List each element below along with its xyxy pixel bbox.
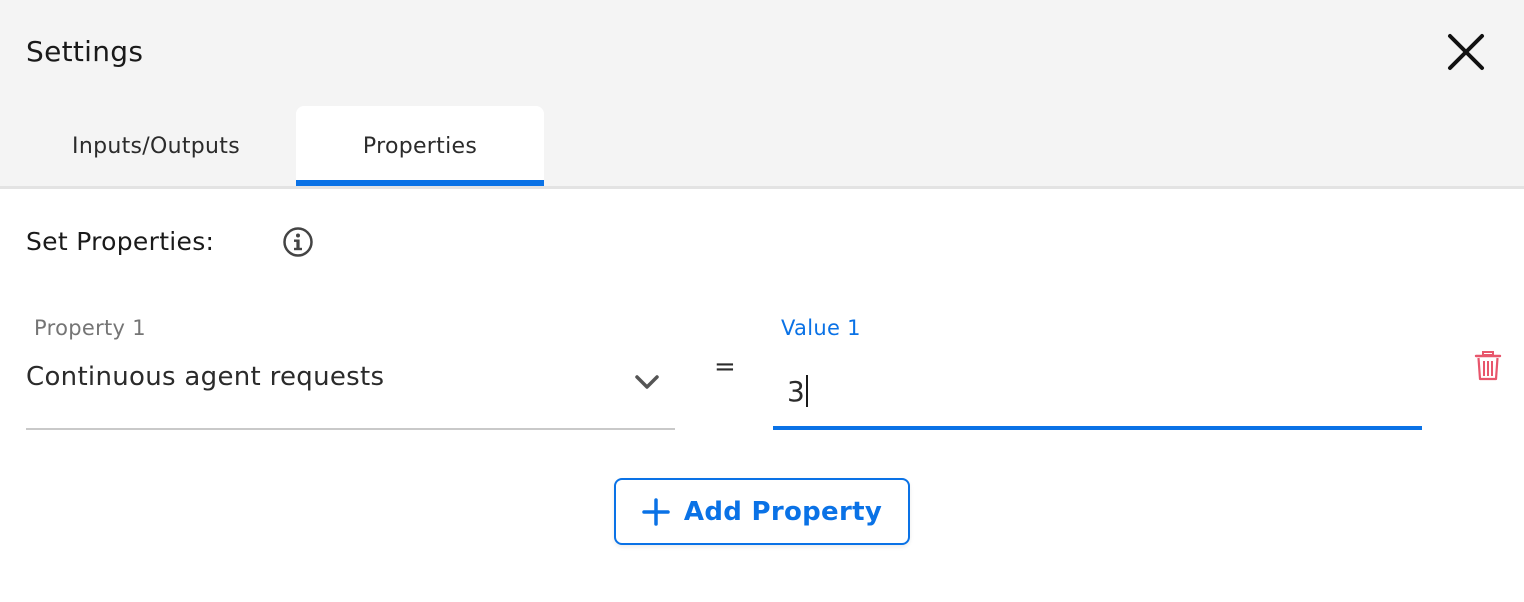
header-divider: [0, 186, 1524, 189]
delete-property-button[interactable]: [1473, 350, 1503, 382]
close-icon: [1448, 34, 1484, 70]
add-property-button[interactable]: Add Property: [614, 478, 910, 545]
property-select-value: Continuous agent requests: [26, 362, 385, 392]
equals-sign: =: [714, 352, 736, 382]
settings-panel: Settings Inputs/Outputs Properties Set P…: [0, 0, 1524, 602]
settings-header: Settings Inputs/Outputs Properties: [0, 0, 1524, 186]
value-input-value: 3: [787, 375, 805, 408]
section-label: Set Properties:: [26, 227, 215, 256]
close-button[interactable]: [1444, 30, 1488, 74]
info-icon[interactable]: [282, 226, 314, 258]
panel-title: Settings: [26, 35, 144, 68]
value-label: Value 1: [781, 316, 861, 340]
value-input-text: 3: [787, 374, 808, 410]
tab-inputs-outputs[interactable]: Inputs/Outputs: [40, 106, 272, 186]
text-caret: [805, 375, 808, 407]
chevron-down-icon[interactable]: [632, 370, 662, 394]
tab-properties[interactable]: Properties: [296, 106, 544, 186]
trash-icon: [1474, 351, 1502, 381]
plus-icon: [642, 497, 670, 526]
value-input[interactable]: 3: [773, 350, 1422, 430]
property-select[interactable]: Continuous agent requests: [26, 350, 675, 430]
tab-properties-label: Properties: [362, 133, 478, 159]
property-label: Property 1: [34, 316, 146, 340]
add-property-label: Add Property: [683, 496, 883, 527]
tab-inputs-outputs-label: Inputs/Outputs: [72, 133, 240, 159]
